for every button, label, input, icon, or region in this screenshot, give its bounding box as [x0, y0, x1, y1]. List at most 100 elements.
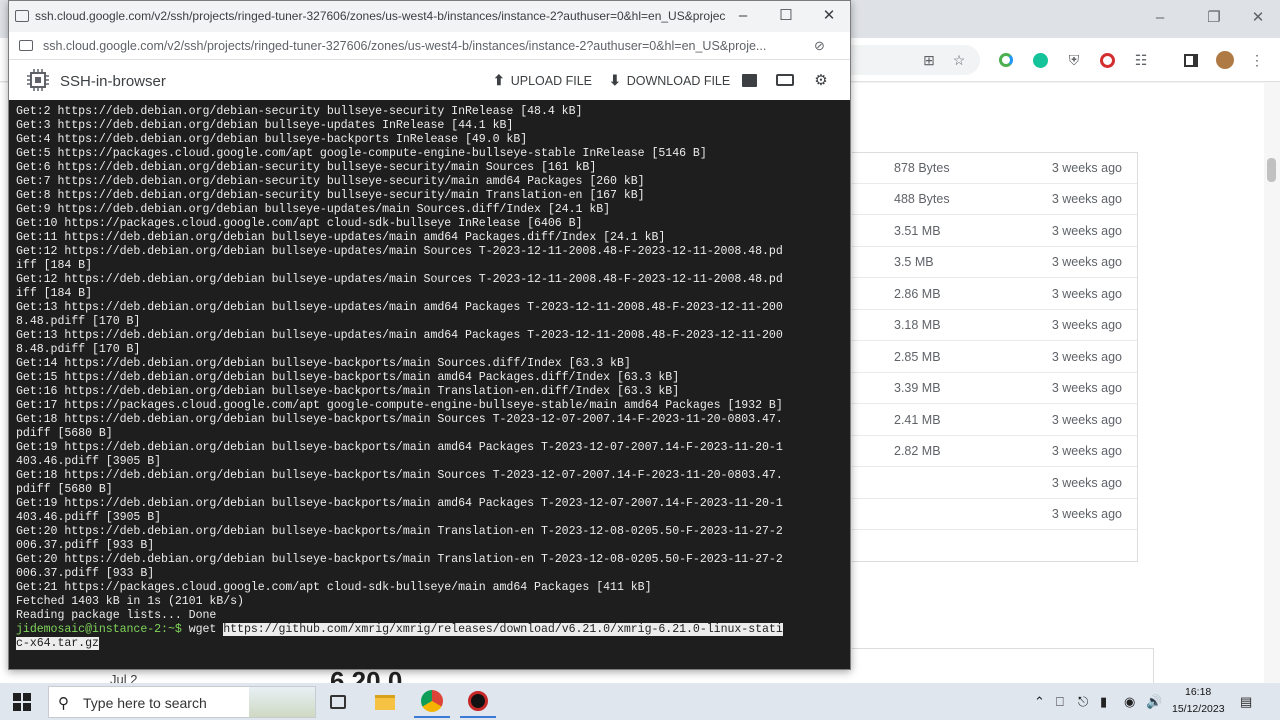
- shield-extension-icon[interactable]: ⛨: [1063, 49, 1085, 71]
- terminal-line: 006.37.pdiff [933 B]: [16, 539, 155, 552]
- ssh-url-bar[interactable]: ssh.cloud.google.com/v2/ssh/projects/rin…: [9, 32, 850, 60]
- file-date: 3 weeks ago: [1051, 413, 1122, 427]
- battery-icon[interactable]: ▮: [1100, 694, 1107, 710]
- terminal-line: Get:19 https://deb.debian.org/debian bul…: [16, 497, 783, 510]
- ssh-app-title: SSH-in-browser: [60, 73, 166, 90]
- clock-time[interactable]: 16:18: [1185, 686, 1211, 698]
- file-row[interactable]: 878 Bytes 3 weeks ago: [852, 153, 1137, 184]
- page-icon: [15, 10, 29, 22]
- file-explorer-icon[interactable]: [367, 686, 403, 718]
- ssh-maximize-button[interactable]: ☐: [772, 6, 800, 26]
- app-taskbar-icon[interactable]: [460, 686, 496, 718]
- terminal-line: Get:16 https://deb.debian.org/debian bul…: [16, 385, 680, 398]
- file-size: 2.85 MB: [894, 350, 941, 364]
- file-row[interactable]: 3 weeks ago: [852, 468, 1137, 499]
- file-date: 3 weeks ago: [1051, 287, 1122, 301]
- ssh-close-button[interactable]: ✕: [815, 6, 843, 26]
- install-app-icon[interactable]: ⊞: [918, 49, 940, 71]
- terminal-line: Get:3 https://deb.debian.org/debian bull…: [16, 119, 514, 132]
- camera-blocked-icon[interactable]: ⊘: [814, 38, 832, 54]
- search-placeholder: Type here to search: [83, 695, 207, 711]
- file-row[interactable]: 2.41 MB 3 weeks ago: [852, 405, 1137, 436]
- file-date: 3 weeks ago: [1051, 507, 1122, 521]
- feedback-icon[interactable]: [738, 69, 760, 91]
- file-date: 3 weeks ago: [1051, 350, 1122, 364]
- terminal-line: Get:11 https://deb.debian.org/debian bul…: [16, 231, 666, 244]
- profile-avatar[interactable]: [1214, 49, 1236, 71]
- clock-date[interactable]: 15/12/2023: [1172, 703, 1225, 715]
- file-size: 488 Bytes: [894, 192, 950, 206]
- terminal-line: Get:21 https://packages.cloud.google.com…: [16, 581, 652, 594]
- terminal-command-line: jidemosaic@instance-2:~$ wget https://gi…: [16, 623, 783, 637]
- keyboard-icon[interactable]: [774, 69, 796, 91]
- terminal-line: Get:13 https://deb.debian.org/debian bul…: [16, 329, 783, 342]
- background-scrollbar-thumb[interactable]: [1267, 158, 1276, 182]
- extension-icon-1[interactable]: [995, 49, 1017, 71]
- upload-file-button[interactable]: ⬆ UPLOAD FILE: [493, 72, 592, 89]
- terminal-command-line-wrap: c-x64.tar.gz: [16, 637, 99, 651]
- terminal-line: 403.46.pdiff [3905 B]: [16, 511, 162, 524]
- chrome-menu-icon[interactable]: ⋮: [1246, 49, 1268, 71]
- windows-start-icon[interactable]: [12, 692, 32, 712]
- file-date: 3 weeks ago: [1051, 318, 1122, 332]
- file-size: 3.39 MB: [894, 381, 941, 395]
- chrome-taskbar-icon[interactable]: [414, 686, 450, 718]
- meet-now-icon[interactable]: ⎕: [1056, 694, 1064, 710]
- terminal-line: iff [184 B]: [16, 287, 92, 300]
- bookmark-star-icon[interactable]: ☆: [948, 49, 970, 71]
- terminal-line: iff [184 B]: [16, 259, 92, 272]
- site-info-icon[interactable]: [19, 40, 33, 51]
- shell-prompt: jidemosaic@instance-2:~$: [16, 623, 182, 636]
- opera-extension-icon[interactable]: [1096, 49, 1118, 71]
- terminal-line: Get:18 https://deb.debian.org/debian bul…: [16, 469, 783, 482]
- windows-taskbar: ⚲ Type here to search ⌃ ⎕ ⎋ ▮ ◉ 🔊 16:18 …: [0, 683, 1280, 720]
- file-row[interactable]: 488 Bytes 3 weeks ago: [852, 184, 1137, 215]
- notification-center-icon[interactable]: ▤: [1240, 694, 1252, 710]
- file-row[interactable]: 3.18 MB 3 weeks ago: [852, 310, 1137, 341]
- close-button[interactable]: ✕: [1246, 8, 1270, 28]
- file-size: 878 Bytes: [894, 161, 950, 175]
- ssh-browser-window: ssh.cloud.google.com/v2/ssh/projects/rin…: [8, 0, 851, 670]
- terminal-line: Fetched 1403 kB in 1s (2101 kB/s): [16, 595, 244, 608]
- file-row[interactable]: 3.39 MB 3 weeks ago: [852, 373, 1137, 404]
- terminal-line: Get:8 https://deb.debian.org/debian-secu…: [16, 189, 645, 202]
- terminal[interactable]: Get:2 https://deb.debian.org/debian-secu…: [9, 100, 850, 669]
- terminal-line: Get:19 https://deb.debian.org/debian bul…: [16, 441, 783, 454]
- terminal-line: 403.46.pdiff [3905 B]: [16, 455, 162, 468]
- terminal-line: Get:14 https://deb.debian.org/debian bul…: [16, 357, 631, 370]
- file-date: 3 weeks ago: [1051, 224, 1122, 238]
- file-size: 3.18 MB: [894, 318, 941, 332]
- restore-button[interactable]: ❐: [1202, 8, 1226, 28]
- minimize-button[interactable]: –: [1148, 8, 1172, 28]
- terminal-line: Get:2 https://deb.debian.org/debian-secu…: [16, 105, 583, 118]
- file-row[interactable]: 2.82 MB 3 weeks ago: [852, 436, 1137, 467]
- taskbar-search-box[interactable]: ⚲ Type here to search: [48, 686, 316, 718]
- file-date: 3 weeks ago: [1051, 444, 1122, 458]
- upload-file-label: UPLOAD FILE: [510, 73, 593, 88]
- terminal-line: 8.48.pdiff [170 B]: [16, 315, 141, 328]
- terminal-line: 8.48.pdiff [170 B]: [16, 343, 141, 356]
- file-row[interactable]: 3.51 MB 3 weeks ago: [852, 216, 1137, 247]
- side-panel-icon[interactable]: [1180, 49, 1202, 71]
- usb-icon[interactable]: ⎋: [1078, 694, 1088, 710]
- extensions-puzzle-icon[interactable]: ☷: [1130, 49, 1152, 71]
- background-bottom-card: [852, 648, 1154, 688]
- file-date: 3 weeks ago: [1051, 476, 1122, 490]
- ssh-minimize-button[interactable]: –: [729, 6, 757, 26]
- file-row[interactable]: 2.86 MB 3 weeks ago: [852, 279, 1137, 310]
- file-row[interactable]: 3 weeks ago: [852, 499, 1137, 530]
- file-row[interactable]: 2.85 MB 3 weeks ago: [852, 342, 1137, 373]
- terminal-line: Get:15 https://deb.debian.org/debian bul…: [16, 371, 680, 384]
- show-hidden-icons-chevron[interactable]: ⌃: [1034, 694, 1045, 710]
- ssh-url-text[interactable]: ssh.cloud.google.com/v2/ssh/projects/rin…: [43, 39, 808, 53]
- grammarly-icon[interactable]: [1029, 49, 1051, 71]
- download-file-button[interactable]: ⬇ DOWNLOAD FILE: [609, 72, 730, 89]
- wifi-icon[interactable]: ◉: [1124, 694, 1135, 710]
- terminal-line: Get:13 https://deb.debian.org/debian bul…: [16, 301, 783, 314]
- settings-gear-icon[interactable]: ⚙: [810, 69, 832, 91]
- file-row[interactable]: 3.5 MB 3 weeks ago: [852, 247, 1137, 278]
- ssh-titlebar: ssh.cloud.google.com/v2/ssh/projects/rin…: [9, 1, 850, 32]
- file-size: 2.86 MB: [894, 287, 941, 301]
- task-view-icon[interactable]: [320, 686, 356, 718]
- volume-icon[interactable]: 🔊: [1146, 694, 1162, 710]
